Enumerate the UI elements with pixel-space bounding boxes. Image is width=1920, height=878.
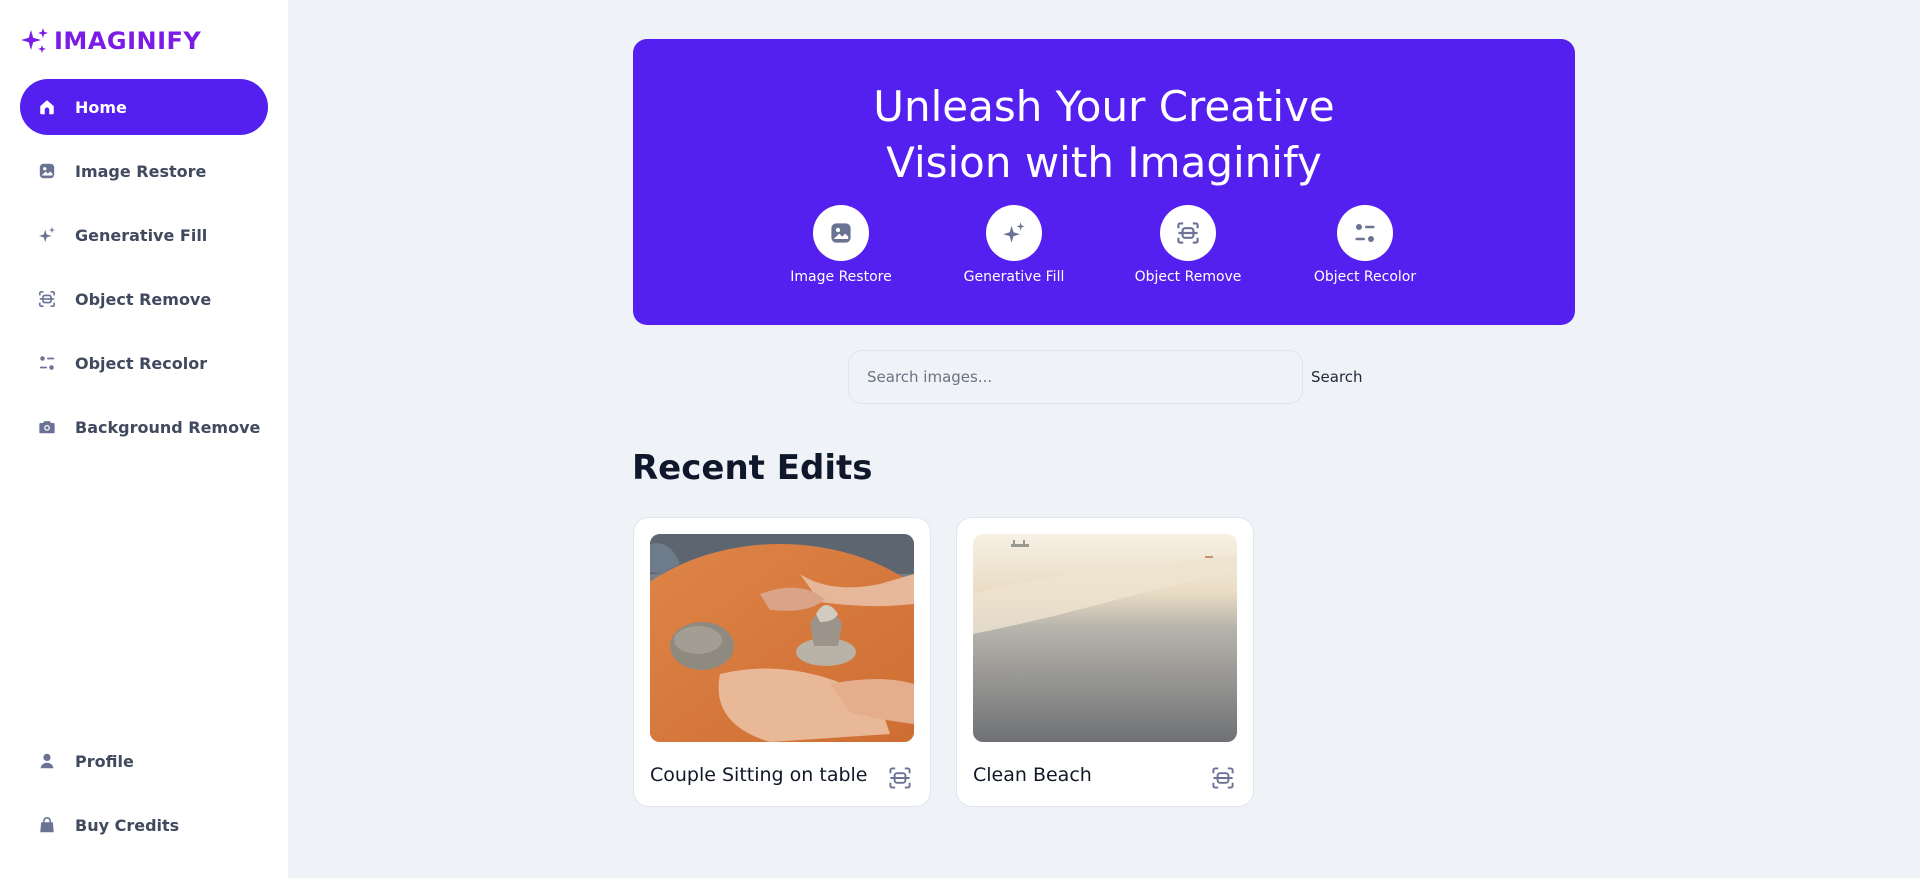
hero-tool-object-recolor[interactable]: Object Recolor: [1285, 205, 1445, 285]
filter-icon: [1337, 205, 1393, 261]
sidebar-nav: Home Image Restore Generative Fill Objec…: [20, 79, 268, 463]
camera-icon: [37, 417, 57, 437]
image-card[interactable]: Clean Beach: [956, 517, 1254, 807]
sidebar-item-label: Buy Credits: [75, 815, 180, 835]
scan-icon[interactable]: [1211, 766, 1235, 790]
sidebar-item-object-remove[interactable]: Object Remove: [20, 271, 268, 327]
logo-sparkle-icon: [21, 28, 48, 53]
home-icon: [37, 97, 57, 117]
image-card[interactable]: Couple Sitting on table: [633, 517, 931, 807]
profile-icon: [37, 751, 57, 771]
stars-icon: [37, 225, 57, 245]
sidebar-item-object-recolor[interactable]: Object Recolor: [20, 335, 268, 391]
hero-tool-label: Object Remove: [1134, 269, 1242, 285]
scan-icon: [1160, 205, 1216, 261]
hero-banner: Unleash Your Creative Vision with Imagin…: [633, 39, 1575, 325]
hero-title-line-1: Unleash Your Creative: [873, 82, 1335, 131]
filter-icon: [37, 353, 57, 373]
search-input[interactable]: [848, 350, 1303, 404]
sidebar-bottom-nav: Profile Buy Credits: [20, 733, 268, 861]
card-title: Clean Beach: [973, 764, 1092, 786]
sidebar-item-label: Object Recolor: [75, 353, 208, 373]
search-bar: Search: [848, 350, 1363, 404]
sidebar-item-label: Profile: [75, 751, 134, 771]
sidebar-item-label: Object Remove: [75, 289, 212, 309]
card-image-beach[interactable]: [973, 534, 1237, 742]
card-image-couple[interactable]: [650, 534, 914, 742]
sidebar-item-label: Home: [75, 97, 127, 117]
sidebar-item-profile[interactable]: Profile: [20, 733, 268, 789]
hero-tool-object-remove[interactable]: Object Remove: [1108, 205, 1268, 285]
recent-edits-title: Recent Edits: [632, 448, 873, 488]
sidebar-item-label: Generative Fill: [75, 225, 208, 245]
scan-icon: [37, 289, 57, 309]
hero-tools: Image Restore Generative Fill Object Rem…: [633, 205, 1575, 295]
hero-tool-image-restore[interactable]: Image Restore: [761, 205, 921, 285]
stars-icon: [986, 205, 1042, 261]
logo[interactable]: IMAGINIFY: [20, 26, 201, 56]
image-icon: [813, 205, 869, 261]
sidebar-item-generative-fill[interactable]: Generative Fill: [20, 207, 268, 263]
sidebar-item-label: Background Remove: [75, 417, 261, 437]
sidebar-item-label: Image Restore: [75, 161, 207, 181]
hero-tool-generative-fill[interactable]: Generative Fill: [934, 205, 1094, 285]
logo-text: IMAGINIFY: [54, 27, 202, 55]
hero-tool-label: Generative Fill: [963, 269, 1065, 285]
hero-tool-label: Object Recolor: [1313, 269, 1417, 285]
hero-title-line-2: Vision with Imaginify: [886, 138, 1322, 187]
sidebar-item-home[interactable]: Home: [20, 79, 268, 135]
image-icon: [37, 161, 57, 181]
hero-tool-label: Image Restore: [790, 269, 892, 285]
search-button[interactable]: Search: [1311, 368, 1363, 386]
sidebar-item-buy-credits[interactable]: Buy Credits: [20, 797, 268, 853]
bag-icon: [37, 815, 57, 835]
card-title: Couple Sitting on table: [650, 764, 868, 786]
sidebar-item-background-remove[interactable]: Background Remove: [20, 399, 268, 455]
hero-title: Unleash Your Creative Vision with Imagin…: [633, 79, 1575, 191]
sidebar-item-image-restore[interactable]: Image Restore: [20, 143, 268, 199]
scan-icon[interactable]: [888, 766, 912, 790]
sidebar: IMAGINIFY Home Image Restore Generative …: [0, 0, 288, 878]
